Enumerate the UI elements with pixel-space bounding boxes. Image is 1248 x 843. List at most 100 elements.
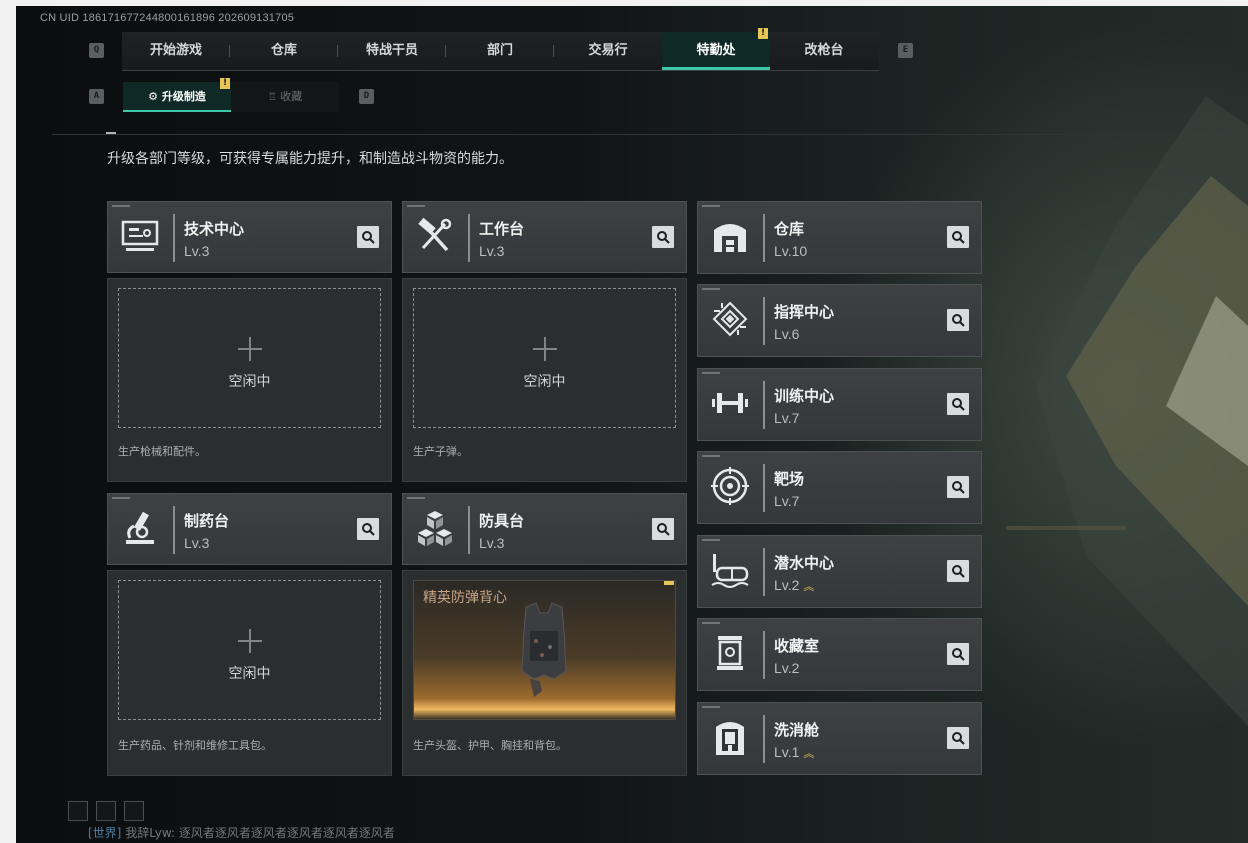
facility-level: Lv.7 [774, 493, 800, 509]
facility-name: 仓库 [774, 220, 805, 238]
facility-level: Lv.10 [774, 243, 808, 259]
display-case-icon [710, 633, 750, 673]
target-icon [710, 466, 750, 506]
tab-gunsmith[interactable]: 改枪台 [770, 32, 878, 70]
facility-name: 潜水中心 [774, 554, 835, 572]
production-slot-card: 空闲中 生产枪械和配件。 [107, 278, 392, 482]
search-icon[interactable] [947, 643, 969, 665]
level-value: Lv.2 [774, 577, 800, 593]
gear-icon: ⚙ [148, 90, 159, 103]
facility-level: Lv.3 [479, 535, 505, 551]
search-icon[interactable] [947, 727, 969, 749]
production-description: 生产药品、针剂和维修工具包。 [118, 739, 272, 752]
bottom-bar: [世界] 我辞Lyw: 逐风者逐风者逐风者逐风者逐风者逐风者 [16, 796, 1248, 843]
production-slot-empty[interactable]: 空闲中 [413, 288, 676, 428]
facility-card-warehouse[interactable]: 仓库 Lv.10 [697, 201, 982, 274]
tab-label: 改枪台 [804, 43, 844, 58]
plus-icon [237, 629, 262, 653]
dumbbell-icon [710, 383, 750, 423]
tab-label: 开始游戏 [149, 43, 202, 58]
facility-card-pharmacy[interactable]: 制药台 Lv.3 [107, 493, 392, 565]
tab-trading[interactable]: 交易行 [554, 32, 662, 70]
facility-name: 工作台 [479, 220, 525, 238]
main-nav: 开始游戏 仓库 特战干员 部门 交易行 特勤处 ! 改枪台 [122, 28, 879, 71]
slot-status: 空闲中 [228, 666, 271, 682]
hammer-wrench-icon [415, 216, 455, 256]
facility-level: Lv.6 [774, 326, 800, 342]
facility-card-tech-center[interactable]: 技术中心 Lv.3 [107, 201, 392, 273]
game-window: CN UID 186171677244800161896 20260913170… [16, 6, 1248, 843]
tab-start-game[interactable]: 开始游戏 [122, 32, 230, 70]
trophy-icon: ♖ [267, 92, 277, 103]
production-description: 生产枪械和配件。 [118, 445, 206, 458]
search-icon[interactable] [947, 393, 969, 415]
production-slot-empty[interactable]: 空闲中 [118, 580, 381, 720]
tab-collection[interactable]: ♖ 收藏 [231, 82, 339, 112]
page-description: 升级各部门等级，可获得专属能力提升，和制造战斗物资的能力。 [107, 151, 513, 167]
facility-card-collection-room[interactable]: 收藏室 Lv.2 [697, 618, 982, 691]
subnav-prev-key-hint[interactable]: A [89, 89, 104, 104]
alert-badge: ! [220, 78, 230, 89]
tab-warehouse[interactable]: 仓库 [230, 32, 338, 70]
slot-status: 空闲中 [523, 374, 566, 390]
tab-special-ops[interactable]: 特勤处 ! [662, 28, 770, 70]
quick-slot[interactable] [96, 801, 116, 821]
facility-level: Lv.2 [774, 660, 800, 676]
facility-card-shooting-range[interactable]: 靶场 Lv.7 [697, 451, 982, 524]
facility-card-training-center[interactable]: 训练中心 Lv.7 [697, 368, 982, 441]
search-icon[interactable] [947, 476, 969, 498]
facility-card-decon-chamber[interactable]: 洗消舱 Lv.1 ︽ [697, 702, 982, 775]
facility-name: 防具台 [479, 512, 525, 530]
decon-pod-icon [710, 717, 750, 757]
facility-name: 制药台 [184, 512, 230, 530]
tab-operators[interactable]: 特战干员 [338, 32, 446, 70]
tab-label: 部门 [486, 43, 513, 58]
computer-terminal-icon [120, 216, 160, 256]
plus-icon [532, 337, 557, 361]
production-slot-item[interactable]: 精英防弹背心 ! [413, 580, 676, 720]
facility-level: Lv.1 ︽ [774, 744, 814, 761]
facility-level: Lv.3 [184, 535, 210, 551]
nav-next-key-hint[interactable]: E [898, 43, 913, 58]
subnav-next-key-hint[interactable]: D [359, 89, 374, 104]
upgrade-available-icon: ︽ [803, 581, 815, 593]
alert-badge: ! [758, 28, 768, 39]
facility-level: Lv.7 [774, 410, 800, 426]
background-art [1006, 96, 1248, 726]
chat-message[interactable]: [世界] 我辞Lyw: 逐风者逐风者逐风者逐风者逐风者逐风者 [88, 824, 395, 841]
search-icon[interactable] [652, 226, 674, 248]
production-description: 生产头盔、护甲、胸挂和背包。 [413, 739, 567, 752]
upgrade-available-icon: ︽ [803, 748, 815, 760]
facility-card-command-center[interactable]: 指挥中心 Lv.6 [697, 284, 982, 357]
divider-marker [106, 132, 116, 134]
facility-name: 训练中心 [774, 387, 835, 405]
facility-name: 指挥中心 [774, 303, 835, 321]
tab-label: 升级制造 [161, 90, 206, 103]
tab-label: 特勤处 [696, 43, 736, 58]
nav-prev-key-hint[interactable]: Q [89, 43, 104, 58]
diving-mask-icon [710, 550, 750, 590]
tab-department[interactable]: 部门 [446, 32, 554, 70]
production-slot-card: 空闲中 生产子弹。 [402, 278, 687, 482]
search-icon[interactable] [947, 309, 969, 331]
search-icon[interactable] [947, 560, 969, 582]
search-icon[interactable] [357, 518, 379, 540]
command-chip-icon [710, 299, 750, 339]
facility-card-armor-bench[interactable]: 防具台 Lv.3 [402, 493, 687, 565]
search-icon[interactable] [947, 226, 969, 248]
chat-text: 我辞Lyw: 逐风者逐风者逐风者逐风者逐风者逐风者 [125, 826, 395, 840]
tab-label: 特战干员 [365, 43, 418, 58]
facility-level: Lv.2 ︽ [774, 577, 814, 594]
microscope-icon [120, 508, 160, 548]
plus-icon [237, 337, 262, 361]
facility-card-diving-center[interactable]: 潜水中心 Lv.2 ︽ [697, 535, 982, 608]
facility-name: 收藏室 [774, 637, 820, 655]
quick-slot[interactable] [68, 801, 88, 821]
production-slot-empty[interactable]: 空闲中 [118, 288, 381, 428]
facility-name: 技术中心 [184, 220, 245, 238]
search-icon[interactable] [652, 518, 674, 540]
search-icon[interactable] [357, 226, 379, 248]
quick-slot[interactable] [124, 801, 144, 821]
tab-upgrade-craft[interactable]: ⚙ 升级制造 ! [123, 78, 231, 112]
facility-card-workbench[interactable]: 工作台 Lv.3 [402, 201, 687, 273]
